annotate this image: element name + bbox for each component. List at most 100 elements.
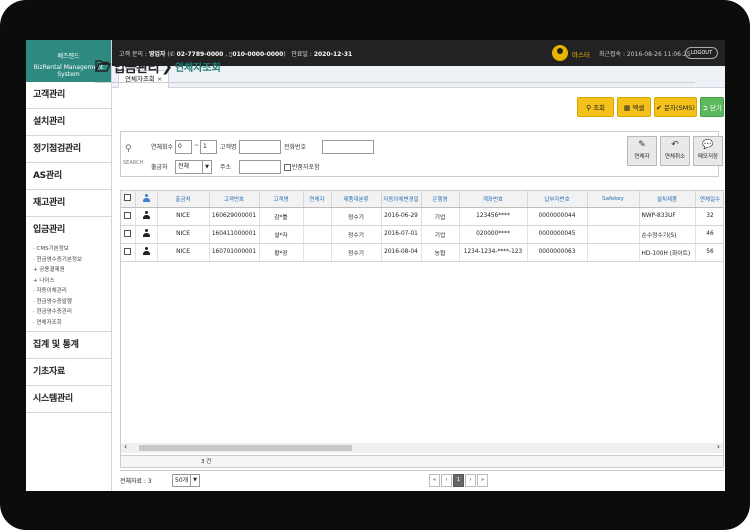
cell-account-no: 1234-1234-****-123	[459, 243, 528, 262]
submenu-cash-receipt-manage[interactable]: · 현금영수증관리	[33, 307, 111, 318]
user-name: 마스터	[572, 51, 590, 59]
column-overdue-days[interactable]: 연체일수	[695, 191, 723, 208]
submenu-autopay[interactable]: · 자동이체관리	[33, 286, 111, 297]
column-overdue[interactable]: 연체자	[303, 191, 332, 208]
submenu-nice[interactable]: + 나이스	[33, 276, 111, 287]
cell-channel: NICE	[157, 207, 210, 226]
table-row[interactable]: NICE 160411000001 설*자 정수기 2016-07-01 기업 …	[121, 225, 723, 244]
column-installed-product[interactable]: 설치제품	[639, 191, 696, 208]
scroll-left-icon[interactable]: ‹	[124, 442, 127, 451]
cell-overdue-days: 46	[695, 225, 723, 244]
sidebar-item-customers[interactable]: 고객관리	[26, 82, 111, 109]
cancel-overdue-button[interactable]: ↶ 연체취소	[660, 136, 690, 166]
cell-payer-no: 0000000044	[527, 207, 588, 226]
cell-overdue	[303, 243, 332, 262]
column-product-category[interactable]: 제품대분류	[331, 191, 382, 208]
magnifier-icon: ⚲	[125, 144, 132, 154]
scroll-thumb[interactable]	[139, 445, 352, 451]
phone-input[interactable]	[322, 140, 374, 154]
sidebar-item-as[interactable]: AS관리	[26, 163, 111, 190]
cell-customer-name: 황*장	[259, 243, 304, 262]
overdue-button[interactable]: ✎ 연체자	[627, 136, 657, 166]
sidebar-item-inventory[interactable]: 재고관리	[26, 190, 111, 217]
row-checkbox[interactable]	[124, 211, 132, 219]
cell-bank: 농협	[421, 243, 460, 262]
checkbox-icon[interactable]	[284, 164, 291, 171]
submenu-cash-receipt-info[interactable]: · 현금영수증기본정보	[33, 255, 111, 266]
overdue-from-input[interactable]: 0	[175, 140, 192, 154]
sidebar-item-statistics[interactable]: 집계 및 통계	[26, 332, 111, 359]
excel-button[interactable]: ▦ 엑셀	[617, 97, 651, 117]
column-safekey[interactable]: Safekey	[587, 191, 640, 208]
overdue-table: 출금처 고객번호 고객명 연체자 제품대분류 자동이체변경일 은행명 계좌번호 …	[121, 191, 723, 262]
person-icon[interactable]	[142, 211, 150, 219]
page-subtitle: 연체자조회	[174, 63, 221, 74]
submenu-kftc[interactable]: + 공용결제원	[33, 265, 111, 276]
cell-customer-no: 160411000001	[209, 225, 260, 244]
column-bank[interactable]: 은행명	[421, 191, 460, 208]
column-person	[135, 191, 158, 208]
page-header: 입금관리 ❯ 연체자조회	[94, 57, 221, 76]
sidebar-item-system[interactable]: 시스템관리	[26, 386, 111, 413]
cell-autopay-date: 2016-07-01	[381, 225, 422, 244]
grid-icon: ▦	[623, 104, 631, 112]
horizontal-scrollbar[interactable]: ‹ ›	[121, 442, 723, 453]
include-returns-checkbox[interactable]: 반품자포함	[284, 162, 320, 171]
column-customer-no[interactable]: 고객번호	[209, 191, 260, 208]
header-divider	[95, 82, 695, 83]
check-icon: ✔	[656, 104, 662, 112]
table-row[interactable]: NICE 160629000001 감*틀 정수기 2016-06-29 기업 …	[121, 207, 723, 226]
column-channel[interactable]: 출금처	[157, 191, 210, 208]
cell-customer-name: 감*틀	[259, 207, 304, 226]
overdue-to-input[interactable]: 1	[200, 140, 217, 154]
table-row[interactable]: NICE 160701000001 황*장 정수기 2016-08-04 농협 …	[121, 243, 723, 262]
sidebar-item-inspection[interactable]: 정기점검관리	[26, 136, 111, 163]
column-payer-no[interactable]: 납부자번호	[527, 191, 588, 208]
sidebar-item-base-data[interactable]: 기초자료	[26, 359, 111, 386]
customer-name-input[interactable]	[239, 140, 281, 154]
expiry-date: 2020-12-31	[313, 51, 353, 58]
row-checkbox[interactable]	[124, 247, 132, 255]
first-page-button[interactable]: «	[429, 474, 440, 487]
cell-product-category: 정수기	[331, 225, 382, 244]
user-avatar-icon[interactable]	[552, 45, 568, 61]
column-autopay-change-date[interactable]: 자동이체변경일	[381, 191, 422, 208]
submenu-overdue[interactable]: · 연체자조회	[33, 318, 111, 329]
submenu-cash-receipt-issue[interactable]: · 현금영수증발행	[33, 297, 111, 308]
person-icon[interactable]	[142, 229, 150, 237]
cell-customer-no: 160701000001	[209, 243, 260, 262]
checkbox-icon[interactable]	[124, 194, 132, 202]
submenu-cms-info[interactable]: · CMS기본정보	[33, 244, 111, 255]
channel-select[interactable]: 전체 ▼	[175, 160, 212, 174]
sms-button[interactable]: ✔ 문자(SMS)	[654, 97, 697, 117]
payments-submenu: · CMS기본정보 · 현금영수증기본정보 + 공용결제원 + 나이스 · 자동…	[26, 244, 111, 332]
column-customer-name[interactable]: 고객명	[259, 191, 304, 208]
person-icon[interactable]	[142, 247, 150, 255]
scroll-right-icon[interactable]: ›	[717, 442, 720, 451]
cell-safekey	[587, 243, 640, 262]
cell-safekey	[587, 225, 640, 244]
sidebar-item-installation[interactable]: 설치관리	[26, 109, 111, 136]
column-account-no[interactable]: 계좌번호	[459, 191, 528, 208]
row-checkbox[interactable]	[124, 229, 132, 237]
chevron-down-icon: ▼	[202, 161, 211, 173]
overdue-count-label: 연체회수	[151, 144, 174, 151]
select-all-checkbox[interactable]	[121, 191, 136, 208]
close-button[interactable]: ➲ 닫기	[700, 97, 724, 117]
chevron-right-icon: ❯	[161, 58, 173, 75]
next-page-button[interactable]: ›	[465, 474, 476, 487]
sidebar-item-payments[interactable]: 입금관리	[26, 217, 111, 244]
prev-page-button[interactable]: ‹	[441, 474, 452, 487]
page-size-select[interactable]: 50개 ▼	[172, 474, 200, 487]
page-1-button[interactable]: 1	[453, 474, 464, 487]
cell-overdue	[303, 225, 332, 244]
logout-button[interactable]: LOGOUT	[685, 47, 718, 59]
address-input[interactable]	[239, 160, 281, 174]
last-page-button[interactable]: »	[477, 474, 488, 487]
phone-label: 전화번호	[284, 144, 307, 151]
row-count: 3 건	[201, 459, 212, 465]
search-button[interactable]: ⚲ 조회	[577, 97, 614, 117]
save-memo-button[interactable]: 💬 메모저장	[693, 136, 723, 166]
total-count: 전체자료 : 3	[120, 478, 152, 485]
cell-payer-no: 0000000045	[527, 225, 588, 244]
